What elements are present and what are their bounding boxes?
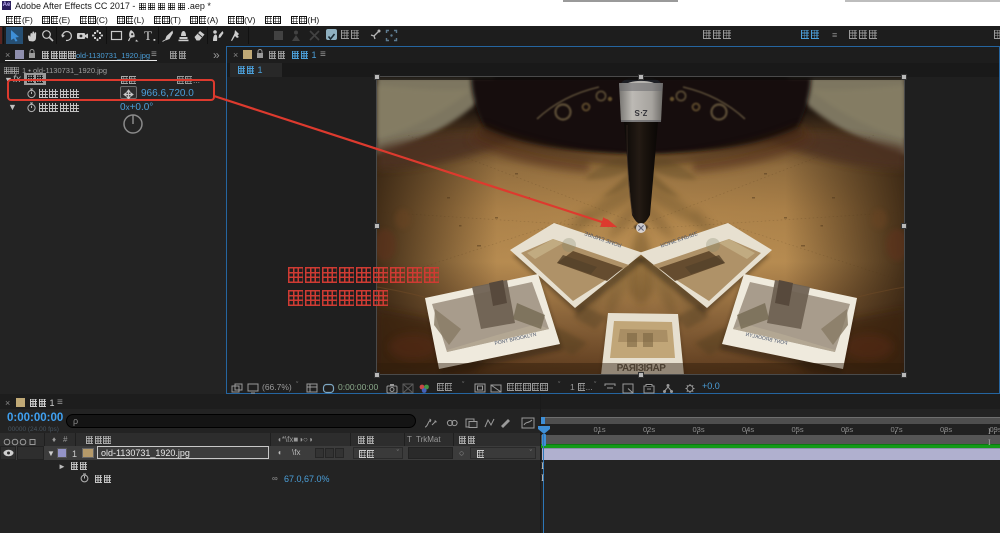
svg-text:T: T: [144, 29, 152, 42]
